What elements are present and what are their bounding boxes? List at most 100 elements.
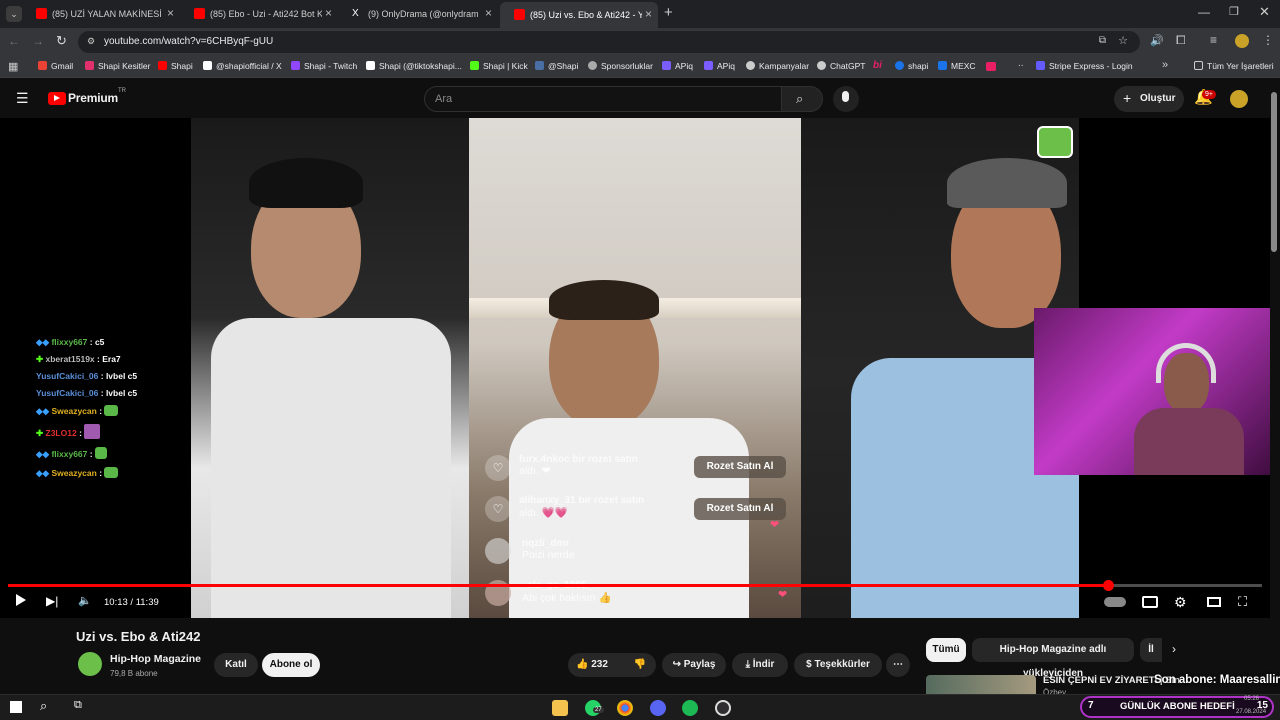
create-button[interactable]: + Oluştur xyxy=(1114,86,1184,112)
extensions-icon[interactable]: ⧠ xyxy=(1176,33,1186,48)
install-icon[interactable]: ⧉ xyxy=(1099,35,1106,46)
search-button[interactable]: ⌕ xyxy=(781,86,823,112)
bookmark-bi-icon[interactable]: bi xyxy=(873,60,882,71)
channel-name[interactable]: Hip-Hop Magazine xyxy=(110,653,201,665)
bookmark-gmail[interactable]: Gmail xyxy=(38,61,73,71)
search-icon[interactable]: ⌕ xyxy=(40,698,47,714)
site-info-icon[interactable]: ⚙ xyxy=(87,36,95,47)
bookmark-shapi-at[interactable]: @Shapi xyxy=(535,61,578,71)
more-bookmarks-icon[interactable]: » xyxy=(1162,59,1168,71)
bookmark-dots-icon[interactable]: .. xyxy=(1018,58,1024,69)
all-bookmarks[interactable]: Tüm Yer İşaretleri xyxy=(1194,61,1274,71)
recommended-thumbnail[interactable] xyxy=(926,675,1036,694)
task-view-icon[interactable]: ⧉ xyxy=(74,699,82,712)
fullscreen-icon[interactable]: ⛶ xyxy=(1238,594,1247,610)
bookmark-shapi-kesitler[interactable]: Shapi Kesitler xyxy=(85,61,150,71)
bookmark-shapi-tiktok[interactable]: Shapi (@tiktokshapi... xyxy=(366,61,462,71)
reload-icon[interactable]: ↻ xyxy=(56,33,67,49)
chip-related[interactable]: İl xyxy=(1140,638,1162,662)
close-window-icon[interactable]: ✕ xyxy=(1259,4,1270,20)
tab-2[interactable]: (85) Ebo - Uzi - Ati242 Bot Kavg × xyxy=(180,4,338,24)
thanks-button[interactable]: $ Teşekkürler xyxy=(794,653,882,677)
minimize-icon[interactable]: — xyxy=(1198,5,1210,19)
video-progress-bar[interactable] xyxy=(8,580,1262,591)
bookmark-kampanyalar[interactable]: Kampanyalar xyxy=(746,61,809,71)
spotify-icon[interactable] xyxy=(682,700,698,716)
bookmark-stripe[interactable]: Stripe Express - Login xyxy=(1036,61,1133,71)
file-explorer-icon[interactable] xyxy=(552,700,568,716)
forward-icon[interactable]: → xyxy=(32,34,44,48)
globe-icon xyxy=(588,61,597,70)
headphones-icon xyxy=(1156,343,1216,383)
media-icon[interactable]: ≡ xyxy=(1210,33,1217,47)
autoplay-toggle[interactable] xyxy=(1104,597,1126,607)
channel-avatar[interactable] xyxy=(78,652,102,676)
bookmark-shapi-twitch[interactable]: Shapi - Twitch xyxy=(291,61,357,71)
windows-start-icon[interactable] xyxy=(10,701,22,713)
profile-avatar[interactable] xyxy=(1235,34,1249,48)
chip-from-uploader[interactable]: Hip-Hop Magazine adlı yükleyiciden xyxy=(972,638,1134,679)
bookmark-apiq-1[interactable]: APiq xyxy=(662,61,693,71)
dislike-button[interactable]: 👎 xyxy=(624,653,656,677)
bookmark-star-icon[interactable]: ☆ xyxy=(1118,34,1128,47)
restore-icon[interactable]: ❐ xyxy=(1229,5,1239,18)
download-button[interactable]: ⤓ İndir xyxy=(732,653,788,677)
hamburger-menu-icon[interactable]: ☰ xyxy=(16,90,29,107)
twitch-icon xyxy=(291,61,300,70)
voice-search-button[interactable] xyxy=(833,86,859,112)
settings-gear-icon[interactable]: ⚙ xyxy=(1174,594,1187,611)
chip-all[interactable]: Tümü xyxy=(926,638,966,662)
bookmark-red-icon[interactable] xyxy=(986,62,996,71)
tab-list-icon[interactable]: ⌄ xyxy=(6,6,22,22)
tab-3[interactable]: X (9) OnlyDrama (@onlydramaX × xyxy=(338,4,498,24)
new-tab-button[interactable]: + xyxy=(664,4,673,21)
bookmark-shapi-kick[interactable]: Shapi | Kick xyxy=(470,61,528,71)
bookmark-label: APiq xyxy=(717,61,735,71)
bookmark-shapi-x[interactable]: @shapiofficial / X xyxy=(203,61,282,71)
address-bar[interactable]: ⚙ youtube.com/watch?v=6CHByqF-gUU ⧉ ☆ xyxy=(78,31,1140,53)
theater-mode-icon[interactable] xyxy=(1207,597,1221,607)
bookmark-apiq-2[interactable]: APiq xyxy=(704,61,735,71)
tab-1[interactable]: (85) UZİ YALAN MAKİNESİNDE × xyxy=(22,4,180,24)
subtitles-icon[interactable] xyxy=(1142,596,1158,608)
back-icon[interactable]: ← xyxy=(8,34,20,48)
obs-icon[interactable] xyxy=(715,700,731,716)
video-player[interactable]: ◆◆ flixxy667 : c5 ✚ xberat1519x : Era7 Y… xyxy=(0,118,1270,618)
tab-4-active[interactable]: (85) Uzi vs. Ebo & Ati242 - YouT × xyxy=(500,2,658,28)
subscribe-button[interactable]: Abone ol xyxy=(262,653,320,677)
like-button[interactable]: 👍 232 xyxy=(568,653,624,677)
account-avatar[interactable] xyxy=(1230,90,1248,108)
audio-icon[interactable]: 🔊 xyxy=(1150,34,1164,47)
play-button[interactable] xyxy=(16,594,26,609)
more-actions-button[interactable]: ⋯ xyxy=(886,653,910,677)
chevron-right-icon[interactable]: › xyxy=(1172,642,1176,656)
bookmark-label: MEXC xyxy=(951,61,976,71)
close-icon[interactable]: × xyxy=(167,6,174,20)
emote-icon xyxy=(104,467,119,478)
join-button[interactable]: Katıl xyxy=(214,653,258,677)
bookmark-sponsorluklar[interactable]: Sponsorluklar xyxy=(588,61,653,71)
bookmark-shapi-meta[interactable]: shapi xyxy=(895,61,928,71)
video-panel-center xyxy=(469,118,801,618)
share-button[interactable]: ↪ Paylaş xyxy=(662,653,726,677)
page-scrollbar[interactable] xyxy=(1271,92,1277,252)
bookmark-mexc[interactable]: MEXC xyxy=(938,61,976,71)
bookmark-shapi-youtube[interactable]: Shapi xyxy=(158,61,193,71)
discord-icon[interactable] xyxy=(650,700,666,716)
close-icon[interactable]: × xyxy=(645,7,652,21)
search-input[interactable]: Ara xyxy=(424,86,782,112)
next-icon: ▶| xyxy=(46,594,59,608)
youtube-logo[interactable] xyxy=(48,92,66,105)
volume-button[interactable]: 🔈 xyxy=(78,594,92,607)
emote-icon xyxy=(94,447,107,459)
next-button[interactable]: ▶| xyxy=(46,594,58,608)
close-icon[interactable]: × xyxy=(325,6,332,20)
plus-icon: + xyxy=(1123,90,1132,106)
chrome-icon[interactable] xyxy=(617,700,633,716)
menu-kebab-icon[interactable]: ⋮ xyxy=(1262,33,1274,47)
apps-grid-icon[interactable]: ▦ xyxy=(8,60,18,73)
bookmark-label: Sponsorluklar xyxy=(601,61,653,71)
bookmark-chatgpt[interactable]: ChatGPT xyxy=(817,61,865,71)
close-icon[interactable]: × xyxy=(485,6,492,20)
progress-scrubber[interactable] xyxy=(1102,580,1114,591)
